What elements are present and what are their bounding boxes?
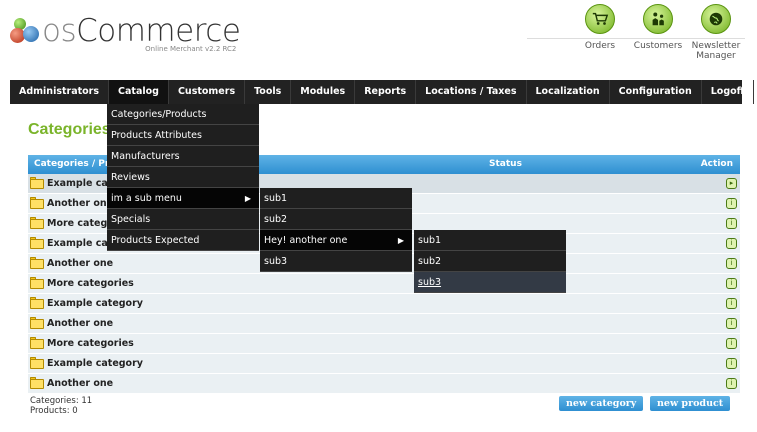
folder-icon [30,317,44,329]
category-name[interactable]: Another one [47,198,113,209]
table-row[interactable]: More categories i [28,274,740,294]
catalog-dropdown: Categories/Products Products Attributes … [107,104,259,251]
category-name[interactable]: Another one [47,258,113,269]
info-icon[interactable]: i [726,298,737,309]
categories-count: Categories: 11 [30,396,93,406]
menu-item-categories-products[interactable]: Categories/Products [107,104,259,125]
customers-label: Customers [633,41,683,51]
info-icon[interactable]: i [726,378,737,389]
folder-icon [30,257,44,269]
orders-link[interactable]: Orders [571,4,629,61]
col-status: Status [489,159,522,169]
folder-icon [30,177,44,189]
folder-icon [30,297,44,309]
menu-modules[interactable]: Modules [291,80,356,104]
menu-reports[interactable]: Reports [355,80,417,104]
newsletter-label: Newsletter Manager [691,41,741,61]
category-name[interactable]: More categories [47,338,134,349]
logo-balls-icon [10,14,40,46]
logo-wordmark: osCommerce [42,13,241,49]
header-links: Orders Customers Newsletter Manager [571,4,745,61]
menu-catalog[interactable]: Catalog [109,80,169,104]
arrow-action-icon[interactable]: ▸ [726,178,737,189]
new-product-button[interactable]: new product [650,396,731,411]
info-icon[interactable]: i [726,358,737,369]
folder-icon [30,277,44,289]
folder-icon [30,237,44,249]
submenu-item-another[interactable]: Hey! another one ▶ [260,230,412,251]
menu-item-reviews[interactable]: Reviews [107,167,259,188]
menu-item-products-expected[interactable]: Products Expected [107,230,259,251]
page-title: Categories [28,121,111,138]
category-name[interactable]: Example category [47,358,143,369]
arrow-right-icon: ▶ [244,194,251,203]
category-name[interactable]: Another one [47,318,113,329]
table-summary: Categories: 11 Products: 0 [30,396,92,416]
submenu-item-sub2[interactable]: sub2 [260,209,412,230]
main-menu: Administrators Catalog Customers Tools M… [10,80,755,104]
menu-customers[interactable]: Customers [169,80,246,104]
products-count: Products: 0 [30,406,78,416]
menu-locations-taxes[interactable]: Locations / Taxes [416,80,527,104]
menu-item-products-attributes[interactable]: Products Attributes [107,125,259,146]
col-action: Action [700,159,733,169]
oscommerce-logo[interactable]: osCommerce Online Merchant v2.2 RC2 [10,13,241,53]
header-divider [527,38,745,39]
orders-label: Orders [584,41,616,51]
menu-tools[interactable]: Tools [245,80,292,104]
nested-item-sub3[interactable]: sub3 [414,272,566,293]
table-row[interactable]: More categories i [28,334,740,354]
info-icon[interactable]: i [726,198,737,209]
menu-configuration[interactable]: Configuration [610,80,702,104]
nested-item-sub2[interactable]: sub2 [414,251,566,272]
arrow-right-icon: ▶ [397,236,404,245]
globe-icon [701,4,731,34]
nested-item-sub1[interactable]: sub1 [414,230,566,251]
info-icon[interactable]: i [726,318,737,329]
menu-item-sub-menu[interactable]: im a sub menu ▶ [107,188,259,209]
table-row[interactable]: Example category i [28,294,740,314]
menu-item-specials[interactable]: Specials [107,209,259,230]
menu-logoff[interactable]: Logoff [702,80,755,104]
newsletter-link[interactable]: Newsletter Manager [687,4,745,61]
folder-icon [30,337,44,349]
menu-administrators[interactable]: Administrators [10,80,110,104]
cart-icon [585,4,615,34]
info-icon[interactable]: i [726,338,737,349]
info-icon[interactable]: i [726,238,737,249]
customers-link[interactable]: Customers [629,4,687,61]
new-category-button[interactable]: new category [559,396,644,411]
submenu-dropdown: sub1 sub2 Hey! another one ▶ sub3 [260,188,412,272]
category-name[interactable]: More categories [47,278,134,289]
table-row[interactable]: Example category i [28,354,740,374]
table-row[interactable]: Another one i [28,374,740,394]
table-row[interactable]: Another one i [28,314,740,334]
folder-icon [30,377,44,389]
folder-icon [30,197,44,209]
category-name[interactable]: Another one [47,378,113,389]
category-name[interactable]: Example category [47,298,143,309]
submenu-item-sub1[interactable]: sub1 [260,188,412,209]
info-icon[interactable]: i [726,278,737,289]
folder-icon [30,357,44,369]
info-icon[interactable]: i [726,218,737,229]
folder-icon [30,217,44,229]
nested-submenu-dropdown: sub1 sub2 sub3 [414,230,566,293]
customers-icon [643,4,673,34]
menu-item-manufacturers[interactable]: Manufacturers [107,146,259,167]
submenu-item-sub3[interactable]: sub3 [260,251,412,272]
menu-localization[interactable]: Localization [527,80,610,104]
info-icon[interactable]: i [726,258,737,269]
